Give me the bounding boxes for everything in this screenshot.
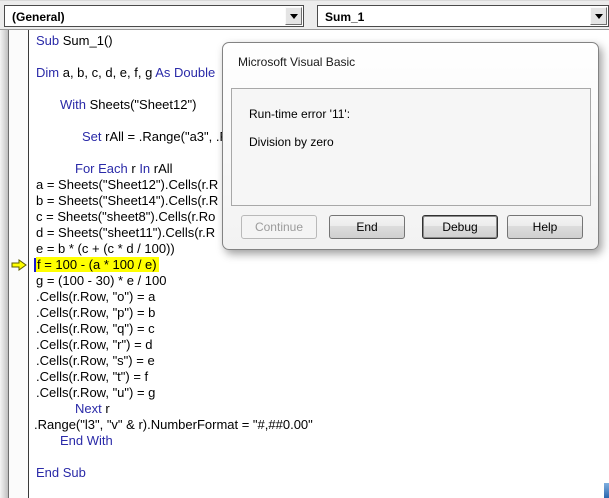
object-dropdown-value: (General) xyxy=(12,10,65,24)
procedure-dropdown-button[interactable] xyxy=(590,7,607,25)
background-window-fragment xyxy=(604,483,609,498)
object-dropdown[interactable]: (General) xyxy=(4,5,304,27)
error-message-panel: Run-time error '11': Division by zero xyxy=(231,88,591,206)
window-edge xyxy=(0,30,9,498)
help-button[interactable]: Help xyxy=(507,215,583,239)
code-line[interactable]: .Cells(r.Row, "t") = f xyxy=(30,369,609,385)
procedure-dropdown[interactable]: Sum_1 xyxy=(317,5,609,27)
code-line[interactable]: .Cells(r.Row, "s") = e xyxy=(30,353,609,369)
runtime-error-dialog: Microsoft Visual Basic Run-time error '1… xyxy=(222,42,599,250)
continue-button: Continue xyxy=(241,215,317,239)
dialog-title: Microsoft Visual Basic xyxy=(238,55,355,69)
code-line[interactable]: .Cells(r.Row, "q") = c xyxy=(30,321,609,337)
error-code-text: Run-time error '11': xyxy=(249,107,350,121)
code-line[interactable]: End Sub xyxy=(30,465,609,481)
procedure-dropdown-value: Sum_1 xyxy=(325,10,364,24)
execution-point-arrow-icon xyxy=(11,259,27,271)
code-line[interactable]: .Cells(r.Row, "r") = d xyxy=(30,337,609,353)
code-line-execution[interactable]: f = 100 - (a * 100 / e) xyxy=(30,257,609,273)
code-line[interactable]: End With xyxy=(30,433,609,449)
code-line[interactable]: Next r xyxy=(30,401,609,417)
object-dropdown-button[interactable] xyxy=(285,7,302,25)
vbe-toolbar: (General) Sum_1 xyxy=(0,0,609,30)
chevron-down-icon xyxy=(290,14,298,23)
end-button[interactable]: End xyxy=(329,215,405,239)
chevron-down-icon xyxy=(595,14,603,23)
margin-indicator-bar[interactable] xyxy=(9,30,29,498)
code-line[interactable]: g = (100 - 30) * e / 100 xyxy=(30,273,609,289)
code-line[interactable] xyxy=(30,449,609,465)
code-line[interactable]: .Range("l3", "v" & r).NumberFormat = "#,… xyxy=(30,417,609,433)
code-line[interactable]: .Cells(r.Row, "u") = g xyxy=(30,385,609,401)
code-line[interactable]: .Cells(r.Row, "o") = a xyxy=(30,289,609,305)
code-line[interactable]: .Cells(r.Row, "p") = b xyxy=(30,305,609,321)
error-description-text: Division by zero xyxy=(249,135,334,149)
debug-button[interactable]: Debug xyxy=(422,215,498,239)
text-caret xyxy=(34,258,36,272)
